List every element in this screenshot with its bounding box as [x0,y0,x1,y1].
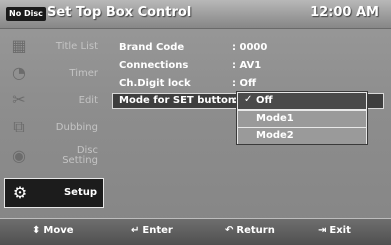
setting-label: Connections [119,60,189,71]
clock-icon: ◔ [12,63,26,82]
disc-icon: ◉ [12,146,26,165]
setup-screen: No Disc Set Top Box Control 12:00 AM ▦ T… [0,0,391,245]
dropdown-option-off[interactable]: ✓ Off [238,93,366,109]
hint-move: ⬍ Move [32,225,74,236]
setting-row-ch-digit-lock[interactable]: Ch.Digit lock : Off [112,76,384,92]
hint-label: Move [43,225,74,236]
up-down-arrow-icon: ⬍ [32,225,41,236]
sidebar-item-disc-setting[interactable]: ◉ Disc Setting [4,141,104,171]
dropdown-option-mode2[interactable]: Mode2 [238,128,366,144]
sidebar-menu: ▦ Title List ◔ Timer ✂ Edit ⧉ Dubbing ◉ … [4,33,104,211]
sidebar-item-label: Setup [63,187,97,198]
hint-label: Exit [329,225,351,236]
setting-row-connections[interactable]: Connections : AV1 [112,58,384,74]
gear-icon: ⚙ [12,183,28,202]
checkmark-icon: ✓ [244,94,253,105]
setting-label: Mode for SET button [119,95,236,106]
sidebar-item-title-list[interactable]: ▦ Title List [4,33,104,60]
option-label: Mode2 [256,130,294,141]
option-label: Off [256,95,273,106]
hint-enter: ↵ Enter [131,225,173,236]
dubbing-icon: ⧉ [13,117,25,136]
sidebar-item-timer[interactable]: ◔ Timer [4,60,104,87]
option-label: Mode1 [256,113,294,124]
sidebar-item-label: Timer [69,67,98,79]
footer-hint-bar: ⬍ Move ↵ Enter ↶ Return ⇥ Exit [0,218,391,245]
sidebar-item-label: Edit [78,94,98,106]
page-title: Set Top Box Control [47,5,192,20]
clock: 12:00 AM [310,5,379,20]
hint-return: ↶ Return [225,225,275,236]
sidebar-item-setup[interactable]: ⚙ Setup [4,178,104,208]
sidebar-item-dubbing[interactable]: ⧉ Dubbing [4,114,104,141]
header-bar: No Disc Set Top Box Control 12:00 AM [0,0,391,29]
dropdown-option-mode1[interactable]: Mode1 [238,111,366,127]
scissors-icon: ✂ [12,90,26,109]
setting-row-brand-code[interactable]: Brand Code : 0000 [112,40,384,56]
film-icon: ▦ [11,36,27,55]
disc-status-badge: No Disc [6,7,46,21]
return-icon: ↶ [225,225,234,236]
enter-icon: ↵ [131,225,140,236]
hint-exit: ⇥ Exit [318,225,351,236]
setting-label: Ch.Digit lock [119,78,191,89]
setting-label: Brand Code [119,42,185,53]
sidebar-item-edit[interactable]: ✂ Edit [4,87,104,114]
setting-value: : 0000 [232,42,268,53]
exit-icon: ⇥ [318,225,327,236]
hint-label: Enter [142,225,173,236]
mode-dropdown[interactable]: ✓ Off Mode1 Mode2 [236,91,368,145]
sidebar-item-label: Title List [55,40,98,52]
sidebar-item-label: Dubbing [55,121,98,133]
setting-value: : AV1 [232,60,262,71]
sidebar-item-label: Disc Setting [62,145,98,166]
setting-value: : Off [232,78,257,89]
hint-label: Return [236,225,275,236]
